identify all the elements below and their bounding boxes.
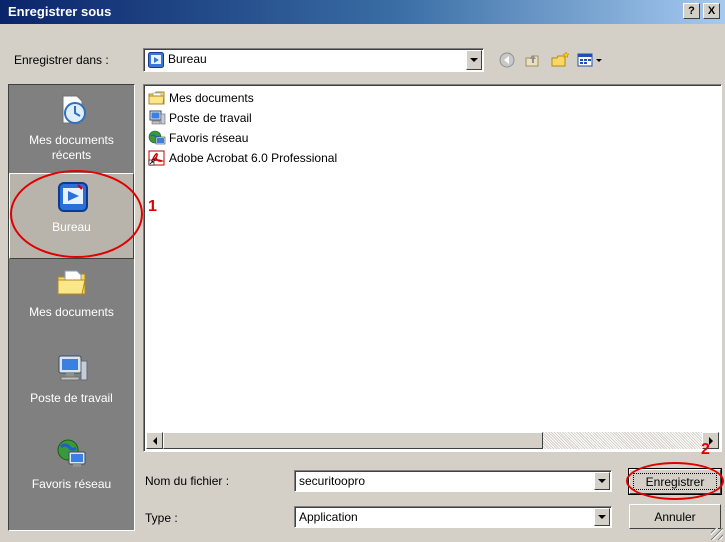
network-places-icon	[55, 437, 89, 471]
save-in-label: Enregistrer dans :	[14, 53, 109, 67]
computer-icon	[148, 110, 166, 126]
title-bar: Enregistrer sous ? X	[0, 0, 725, 24]
place-recent-documents[interactable]: Mes documents récents	[9, 87, 134, 173]
view-menu-icon[interactable]	[576, 50, 604, 70]
list-item[interactable]: Adobe Acrobat 6.0 Professional	[148, 149, 337, 167]
scroll-thumb[interactable]	[163, 432, 543, 449]
place-label: Mes documents récents	[29, 133, 114, 162]
help-button[interactable]: ?	[683, 3, 700, 19]
place-label: Poste de travail	[30, 391, 113, 405]
file-name-field[interactable]: securitoopro	[294, 470, 612, 492]
place-my-computer[interactable]: Poste de travail	[9, 345, 134, 431]
chevron-down-icon[interactable]	[466, 50, 482, 70]
horizontal-scrollbar[interactable]	[146, 432, 719, 449]
close-button[interactable]: X	[703, 3, 720, 19]
save-in-value: Bureau	[168, 52, 207, 66]
file-list[interactable]: Mes documents Poste de travail Favoris r…	[143, 84, 722, 452]
list-item[interactable]: Mes documents	[148, 89, 254, 107]
annotation-circle-desktop	[10, 170, 143, 258]
new-folder-icon[interactable]	[550, 50, 570, 70]
chevron-down-icon[interactable]	[594, 508, 610, 526]
file-name: Favoris réseau	[169, 131, 249, 145]
back-icon[interactable]	[497, 50, 517, 70]
cancel-button[interactable]: Annuler	[629, 504, 721, 529]
places-bar: Mes documents récents Bureau Mes documen…	[8, 84, 135, 531]
my-computer-icon	[55, 351, 89, 385]
chevron-down-icon[interactable]	[594, 472, 610, 490]
file-name: Adobe Acrobat 6.0 Professional	[169, 151, 338, 165]
annotation-step-2: 2	[701, 441, 710, 458]
list-item[interactable]: Poste de travail	[148, 109, 252, 127]
acrobat-shortcut-icon	[148, 150, 166, 166]
file-type-dropdown[interactable]: Application	[294, 506, 612, 528]
my-documents-icon	[55, 265, 89, 299]
annotation-circle-save	[626, 462, 724, 500]
resize-grip-icon[interactable]	[711, 528, 723, 540]
folder-icon	[148, 90, 166, 106]
network-icon	[148, 130, 166, 146]
place-label: Mes documents	[29, 305, 114, 319]
desktop-small-icon	[148, 52, 164, 68]
annotation-step-1: 1	[148, 198, 157, 215]
file-type-value: Application	[299, 510, 358, 524]
file-name-label: Nom du fichier :	[145, 474, 230, 488]
up-folder-icon[interactable]	[523, 50, 543, 70]
file-type-label: Type :	[145, 511, 178, 525]
list-item[interactable]: Favoris réseau	[148, 129, 248, 147]
place-label: Favoris réseau	[31, 477, 112, 491]
file-name: Mes documents	[169, 91, 254, 105]
place-network[interactable]: Favoris réseau	[9, 431, 134, 517]
cancel-button-label: Annuler	[654, 509, 696, 524]
file-name-value: securitoopro	[299, 474, 366, 488]
recent-documents-icon	[55, 93, 89, 127]
save-in-dropdown[interactable]: Bureau	[143, 48, 484, 72]
file-name: Poste de travail	[169, 111, 252, 125]
window-title: Enregistrer sous	[8, 4, 112, 19]
place-my-documents[interactable]: Mes documents	[9, 259, 134, 345]
scroll-left-button[interactable]	[146, 432, 163, 449]
